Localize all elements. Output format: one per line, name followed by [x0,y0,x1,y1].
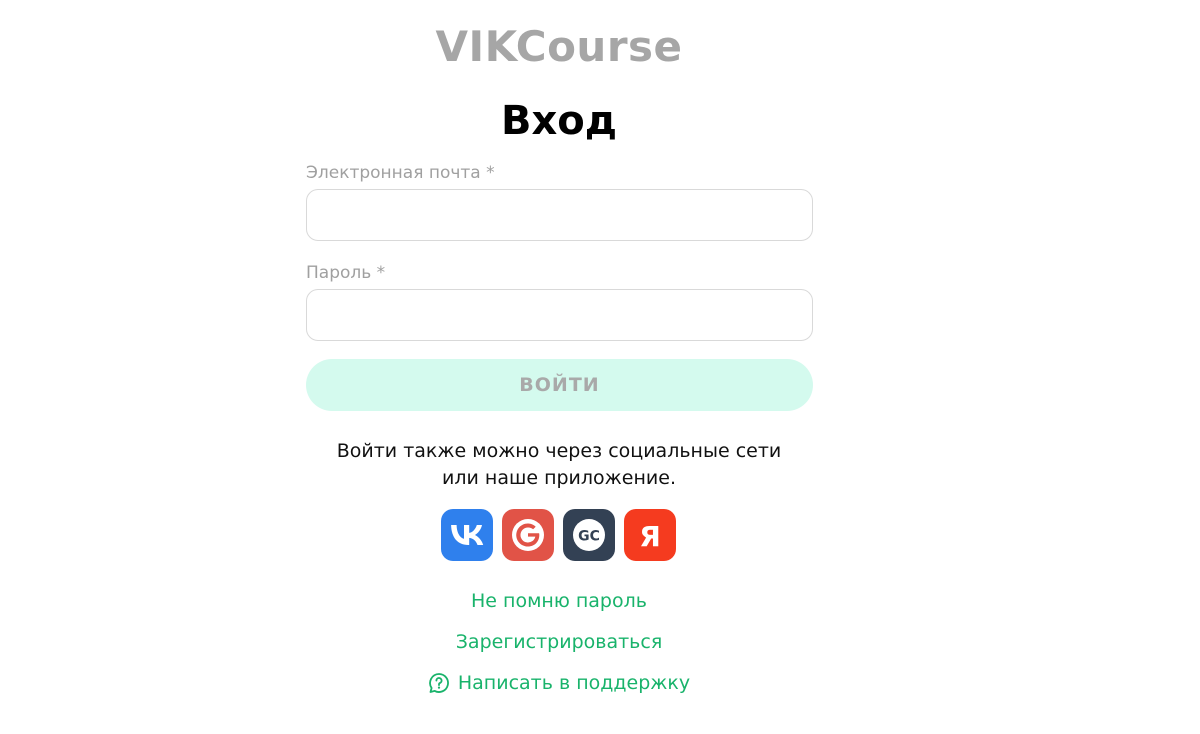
social-login-buttons: GC Я [441,509,681,561]
login-page: VIKCourse Вход Электронная почта * Парол… [0,0,1200,734]
social-hint-line-1: Войти также можно через социальные сети [336,440,782,462]
svg-text:Я: Я [639,520,661,551]
email-input[interactable] [306,189,813,241]
forgot-password-link[interactable]: Не помню пароль [0,590,1118,612]
getcourse-icon: GC [573,519,605,551]
google-icon [512,519,544,551]
password-label: Пароль * [306,263,386,283]
register-link[interactable]: Зарегистрироваться [0,631,1118,653]
yandex-login-button[interactable]: Я [624,509,676,561]
login-button[interactable]: ВОЙТИ [306,359,813,411]
google-login-button[interactable] [502,509,554,561]
yandex-icon: Я [639,520,661,551]
brand-logo[interactable]: VIKCourse [0,22,1118,71]
page-title: Вход [500,98,618,144]
chat-question-icon [429,673,449,693]
support-link[interactable]: Написать в поддержку [0,672,1118,694]
getcourse-login-button[interactable]: GC [563,509,615,561]
vk-icon [451,525,484,545]
password-input[interactable] [306,289,813,341]
social-hint-line-2: или наше приложение. [442,467,676,489]
svg-text:GC: GC [578,529,600,545]
password-field-group: Пароль * [306,260,813,341]
vk-login-button[interactable] [441,509,493,561]
email-label: Электронная почта * [306,163,495,183]
social-login-hint: Войти также можно через социальные сети … [0,438,1118,492]
email-field-group: Электронная почта * [306,160,813,241]
support-link-label: Написать в поддержку [457,672,691,694]
